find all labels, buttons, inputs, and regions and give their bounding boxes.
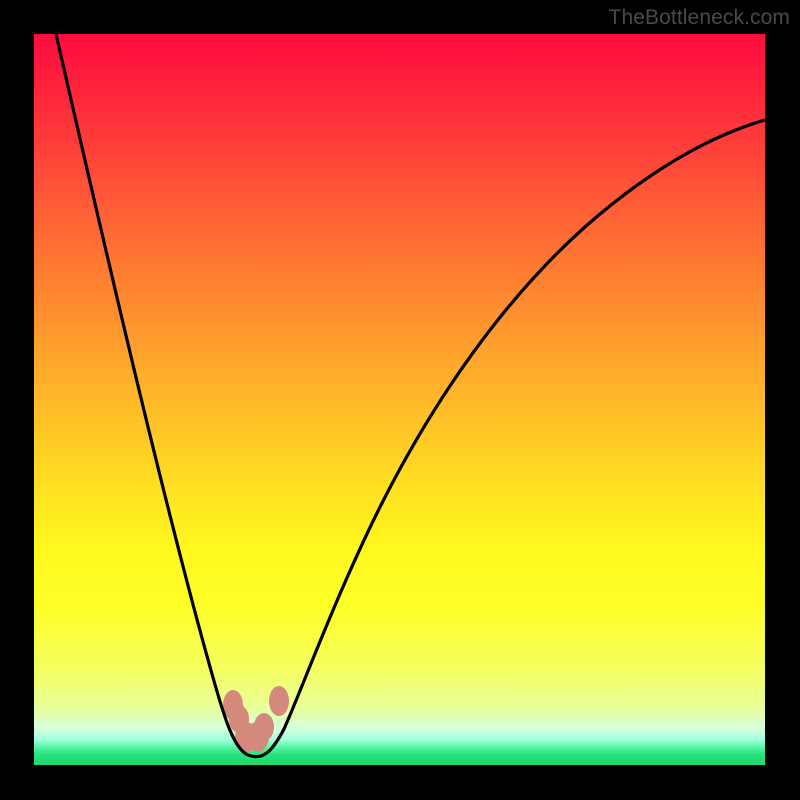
blob-icon (254, 713, 274, 741)
bottleneck-curve (56, 34, 765, 757)
blob-icon (269, 686, 289, 716)
plot-area (34, 34, 765, 765)
watermark-text: TheBottleneck.com (609, 6, 790, 30)
chart-frame: TheBottleneck.com (0, 0, 800, 800)
curve-layer (34, 34, 765, 765)
sweet-spot-blobs (223, 686, 289, 752)
